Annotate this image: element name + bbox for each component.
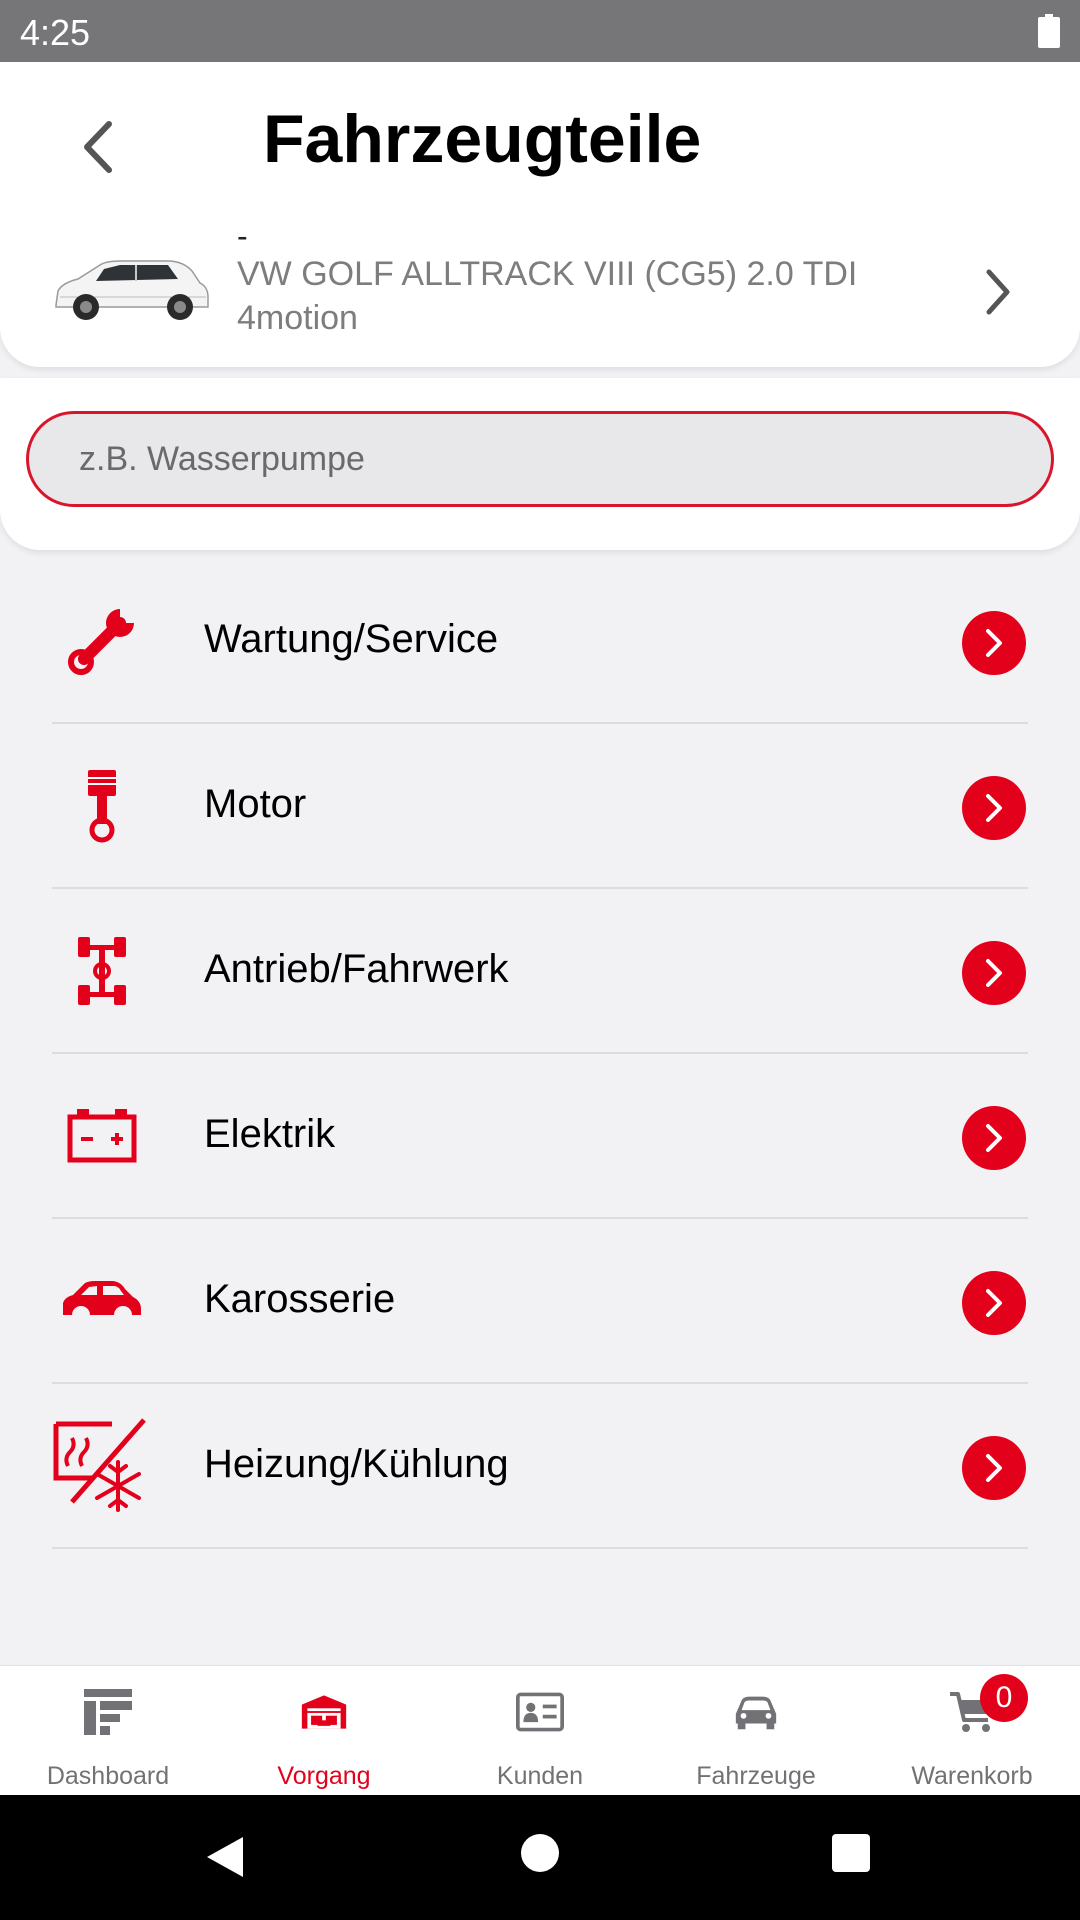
battery-status-icon <box>1038 14 1060 48</box>
heating-cooling-icon <box>52 1418 152 1512</box>
car-body-icon <box>52 1261 152 1341</box>
category-item[interactable]: Heizung/Kühlung <box>52 1384 1028 1549</box>
chevron-right-icon <box>986 794 1002 822</box>
nav-item-warenkorb[interactable]: 0 Warenkorb <box>864 1666 1080 1796</box>
garage-icon <box>300 1688 348 1736</box>
nav-item-dashboard[interactable]: Dashboard <box>0 1666 216 1796</box>
category-label: Karosserie <box>204 1277 396 1321</box>
vehicle-dash: - <box>237 218 248 254</box>
chevron-right-icon <box>986 1454 1002 1482</box>
category-item[interactable]: Antrieb/Fahrwerk <box>52 889 1028 1054</box>
car-image <box>55 260 209 320</box>
nav-item-vorgang[interactable]: Vorgang <box>216 1666 432 1796</box>
bottom-nav: Dashboard Vorgang Kunden Fahrzeuge 0 War… <box>0 1665 1080 1795</box>
chevron-right-icon <box>986 269 1010 315</box>
system-recents-icon[interactable] <box>832 1834 870 1872</box>
category-item[interactable]: Motor <box>52 724 1028 889</box>
contact-card-icon <box>516 1688 564 1736</box>
header-card: Fahrzeugteile - VW GOLF ALLTRACK VIII (C… <box>0 62 1080 367</box>
arrow-button[interactable] <box>962 776 1026 840</box>
wrench-icon <box>52 601 152 681</box>
arrow-button[interactable] <box>962 611 1026 675</box>
category-list: Wartung/Service Motor Antrieb/Fahrwerk E… <box>0 559 1080 1549</box>
system-nav-bar <box>0 1795 1080 1920</box>
dashboard-icon <box>84 1688 132 1736</box>
search-card <box>0 378 1080 550</box>
arrow-button[interactable] <box>962 1271 1026 1335</box>
nav-label: Dashboard <box>46 1762 170 1790</box>
arrow-button[interactable] <box>962 941 1026 1005</box>
category-item[interactable]: Karosserie <box>52 1219 1028 1384</box>
vehicle-name: VW GOLF ALLTRACK VIII (CG5) 2.0 TDI 4mot… <box>237 255 858 337</box>
arrow-button[interactable] <box>962 1106 1026 1170</box>
cart-badge: 0 <box>980 1674 1028 1722</box>
car-icon <box>732 1688 780 1736</box>
chevron-right-icon <box>986 1124 1002 1152</box>
system-home-icon[interactable] <box>521 1834 559 1872</box>
nav-label: Fahrzeuge <box>696 1762 816 1790</box>
nav-item-kunden[interactable]: Kunden <box>432 1666 648 1796</box>
nav-label: Vorgang <box>277 1762 371 1790</box>
battery-icon <box>52 1096 152 1176</box>
category-item[interactable]: Wartung/Service <box>52 559 1028 724</box>
chevron-right-icon <box>986 629 1002 657</box>
search-input[interactable] <box>26 411 1054 507</box>
nav-item-fahrzeuge[interactable]: Fahrzeuge <box>648 1666 864 1796</box>
drivetrain-icon <box>52 931 152 1011</box>
arrow-button[interactable] <box>962 1436 1026 1500</box>
page-title: Fahrzeugteile <box>263 101 702 177</box>
category-label: Antrieb/Fahrwerk <box>204 947 509 991</box>
nav-label: Warenkorb <box>911 1762 1033 1790</box>
category-item[interactable]: Elektrik <box>52 1054 1028 1219</box>
vehicle-chevron <box>978 262 1018 322</box>
nav-label: Kunden <box>496 1762 584 1790</box>
chevron-left-icon <box>84 121 112 173</box>
status-time: 4:25 <box>20 12 91 53</box>
category-label: Wartung/Service <box>204 617 499 661</box>
category-label: Elektrik <box>204 1112 336 1156</box>
system-back-icon[interactable] <box>205 1835 245 1879</box>
piston-icon <box>52 766 152 846</box>
vehicle-selector[interactable]: - VW GOLF ALLTRACK VIII (CG5) 2.0 TDI 4m… <box>0 218 1080 362</box>
status-bar: 4:25 <box>0 0 1080 62</box>
category-label: Heizung/Kühlung <box>204 1442 509 1486</box>
chevron-right-icon <box>986 959 1002 987</box>
category-label: Motor <box>204 782 307 826</box>
chevron-right-icon <box>986 1289 1002 1317</box>
back-button[interactable] <box>70 112 126 182</box>
